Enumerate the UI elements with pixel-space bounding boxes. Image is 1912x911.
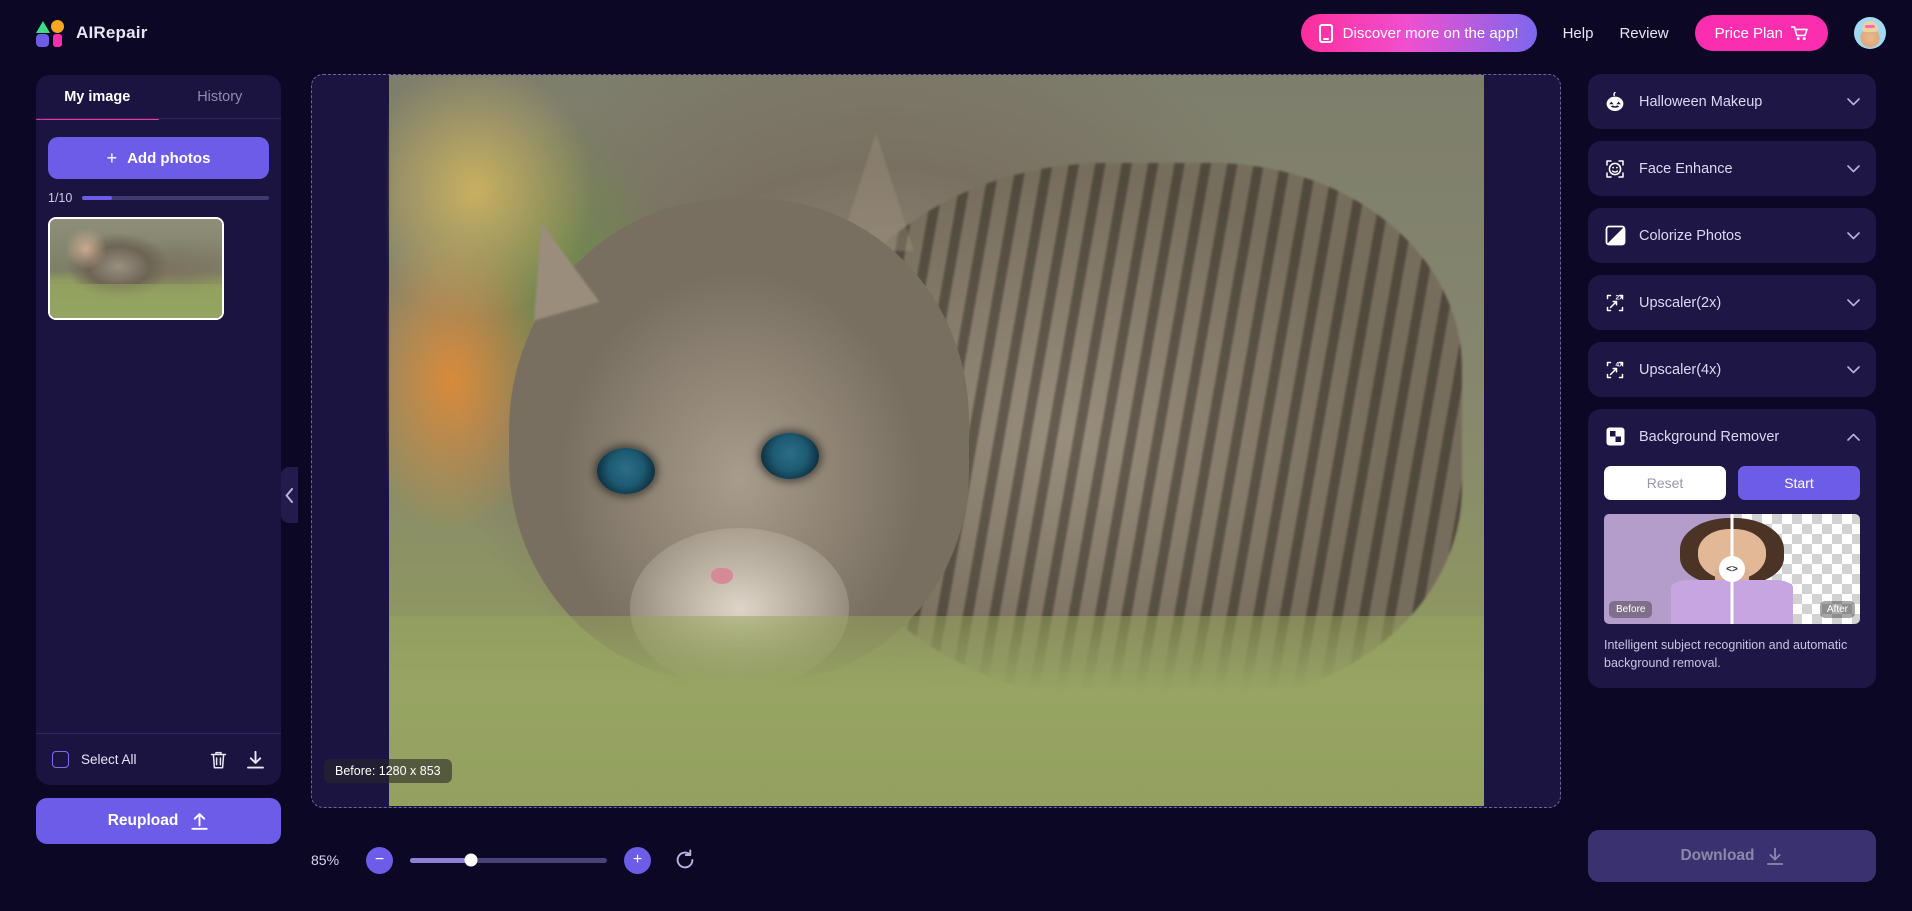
select-all-checkbox[interactable] [52, 751, 69, 768]
reupload-button[interactable]: Reupload [36, 798, 281, 844]
after-tag: After [1819, 601, 1855, 618]
review-link[interactable]: Review [1619, 25, 1668, 42]
chevron-down-icon[interactable] [1847, 161, 1860, 176]
app-logo-icon [36, 19, 64, 47]
chevron-down-icon[interactable] [1847, 228, 1860, 243]
before-size-badge: Before: 1280 x 853 [324, 759, 452, 783]
tab-history[interactable]: History [159, 75, 282, 119]
chevron-down-icon[interactable] [1847, 362, 1860, 377]
tool-label: Upscaler(2x) [1639, 294, 1722, 311]
sidebar-tabs: My image History [36, 75, 282, 120]
tool-label: Upscaler(4x) [1639, 361, 1722, 378]
reupload-label: Reupload [107, 812, 179, 829]
tools-panel: Halloween Makeup Face Enhance Colorize P… [1588, 74, 1876, 700]
cart-icon [1791, 25, 1808, 40]
delete-icon[interactable] [209, 750, 228, 770]
background-remover-actions: Reset Start [1604, 466, 1860, 500]
upload-icon [191, 813, 208, 830]
thumbnail-item-1[interactable] [48, 217, 224, 320]
tool-upscaler-2x[interactable]: 2X Upscaler(2x) [1588, 275, 1876, 330]
price-plan-button[interactable]: Price Plan [1694, 15, 1828, 51]
tool-background-remover[interactable]: Background Remover Reset Start <> Before… [1588, 409, 1876, 689]
tool-label: Background Remover [1639, 428, 1780, 445]
help-link[interactable]: Help [1563, 25, 1594, 42]
download-icon [1766, 847, 1783, 865]
before-after-preview[interactable]: <> Before After [1604, 514, 1860, 624]
colorize-icon [1604, 225, 1626, 247]
zoom-percent-label: 85% [311, 852, 340, 868]
plus-icon: + [106, 148, 118, 168]
face-icon [1604, 158, 1626, 180]
app-title: AIRepair [76, 23, 148, 42]
image-count-progress [82, 196, 269, 200]
reset-button[interactable]: Reset [1604, 466, 1726, 500]
add-photos-label: Add photos [127, 149, 211, 167]
tab-my-image[interactable]: My image [36, 75, 159, 120]
upscale-4x-icon: 4X [1604, 359, 1626, 381]
tool-label: Colorize Photos [1639, 227, 1742, 244]
preview-image [389, 75, 1484, 806]
tool-label: Face Enhance [1639, 160, 1733, 177]
tab-my-image-label: My image [64, 89, 131, 105]
price-plan-label: Price Plan [1714, 24, 1783, 42]
zoom-in-button[interactable]: + [624, 846, 651, 874]
chevron-up-icon[interactable] [1847, 429, 1860, 444]
before-tag: Before [1609, 601, 1653, 618]
zoom-slider-thumb[interactable] [464, 853, 478, 867]
svg-text:4X: 4X [1616, 361, 1625, 368]
thumbnail-list [48, 217, 269, 320]
pumpkin-icon [1604, 91, 1626, 113]
left-sidebar: My image History + Add photos 1/10 Selec… [36, 75, 281, 844]
brand: AIRepair [36, 19, 148, 47]
tool-upscaler-4x[interactable]: 4X Upscaler(4x) [1588, 342, 1876, 397]
compare-slider-handle[interactable]: <> [1719, 556, 1745, 582]
background-remover-description: Intelligent subject recognition and auto… [1604, 638, 1848, 671]
upscale-2x-icon: 2X [1604, 292, 1626, 314]
reset-zoom-button[interactable] [674, 849, 696, 871]
refresh-icon [676, 849, 694, 869]
zoom-toolbar: 85% − + [311, 840, 696, 880]
download-label: Download [1680, 847, 1755, 864]
plus-icon: + [632, 851, 643, 868]
checkerboard-icon [1604, 426, 1626, 448]
image-count-label: 1/10 [48, 191, 73, 205]
chevron-down-icon[interactable] [1847, 295, 1860, 310]
zoom-out-button[interactable]: − [366, 846, 393, 874]
images-panel: My image History + Add photos 1/10 Selec… [36, 75, 281, 785]
tool-colorize-photos[interactable]: Colorize Photos [1588, 208, 1876, 263]
sidebar-collapse-handle[interactable] [281, 467, 298, 523]
discover-app-button[interactable]: Discover more on the app! [1300, 14, 1537, 52]
chevron-down-icon[interactable] [1847, 94, 1860, 109]
start-button[interactable]: Start [1738, 466, 1860, 500]
user-avatar[interactable] [1854, 17, 1886, 49]
image-count-row: 1/10 [48, 191, 269, 205]
tool-face-enhance[interactable]: Face Enhance [1588, 141, 1876, 196]
download-button[interactable]: Download [1588, 830, 1876, 882]
selection-toolbar: Select All [36, 733, 281, 785]
phone-icon [1318, 23, 1333, 43]
app-header: AIRepair Discover more on the app! Help … [0, 0, 1912, 66]
tool-halloween-makeup[interactable]: Halloween Makeup [1588, 74, 1876, 129]
zoom-slider[interactable] [410, 853, 607, 867]
tool-label: Halloween Makeup [1639, 93, 1763, 110]
chevron-left-icon [285, 487, 293, 503]
add-photos-button[interactable]: + Add photos [48, 137, 269, 179]
image-canvas[interactable]: Before: 1280 x 853 [311, 74, 1561, 808]
thumbnail-image [50, 219, 222, 318]
minus-icon: − [374, 851, 385, 868]
select-all-label: Select All [81, 752, 137, 767]
svg-text:2X: 2X [1616, 294, 1625, 301]
discover-app-label: Discover more on the app! [1342, 24, 1519, 42]
download-selected-icon[interactable] [246, 750, 265, 770]
tab-history-label: History [197, 89, 243, 105]
header-actions: Discover more on the app! Help Review Pr… [1300, 14, 1886, 52]
